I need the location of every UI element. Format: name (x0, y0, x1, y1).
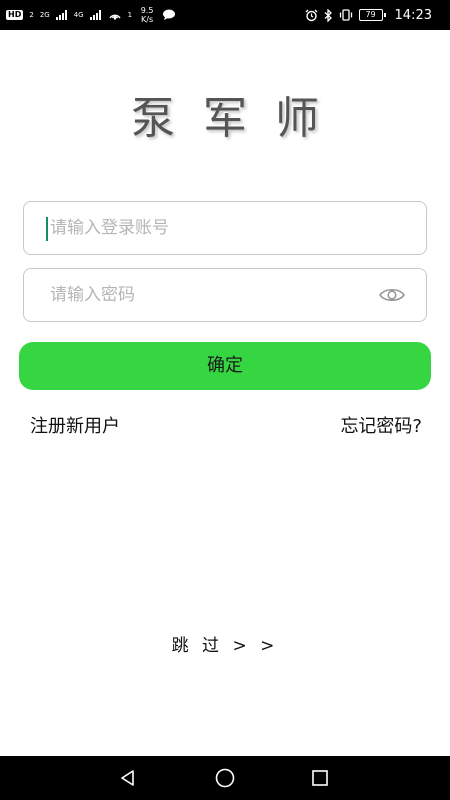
signal-bars-icon (89, 10, 101, 20)
triangle-back-icon[interactable] (114, 764, 142, 792)
status-bar: HD 2 2G 4G 1 9.5 K/s 79 14:23 (0, 0, 450, 30)
status-bar-left: HD 2 2G 4G 1 9.5 K/s (6, 0, 176, 30)
vibrate-icon (339, 9, 352, 21)
password-input[interactable] (50, 269, 380, 321)
net-speed-unit: K/s (141, 15, 154, 24)
account-input[interactable] (50, 202, 380, 254)
chat-bubble-icon (163, 9, 176, 20)
account-field[interactable] (23, 201, 427, 255)
hotspot-count: 1 (127, 11, 133, 19)
confirm-button[interactable]: 确定 (19, 342, 431, 390)
signal-1-label: 2G (39, 11, 50, 19)
forgot-password-link[interactable]: 忘记密码? (340, 414, 422, 440)
hotspot-icon (109, 14, 121, 20)
signal-bars-icon (55, 10, 67, 20)
signal-2-label: 4G (73, 11, 84, 19)
net-speed-value: 9.5 (140, 6, 154, 15)
text-caret (46, 217, 48, 241)
alarm-icon (305, 9, 317, 21)
system-nav-bar (0, 756, 450, 800)
register-link[interactable]: 注册新用户 (30, 414, 120, 440)
status-bar-right: 79 14:23 (305, 0, 432, 30)
skip-link[interactable]: 跳 过 > > (0, 631, 450, 656)
eye-icon[interactable] (378, 283, 406, 307)
bluetooth-icon (324, 8, 332, 22)
circle-home-icon[interactable] (211, 764, 239, 792)
battery-indicator: 79 (358, 9, 386, 21)
password-field[interactable] (23, 268, 427, 322)
sim-label: 2 (29, 11, 34, 19)
app-logo-title: 泵军师 (131, 93, 347, 144)
status-time: 14:23 (394, 7, 432, 23)
hd-badge: HD (6, 10, 24, 20)
net-speed: 9.5 K/s (138, 6, 156, 24)
square-recent-icon[interactable] (306, 764, 334, 792)
